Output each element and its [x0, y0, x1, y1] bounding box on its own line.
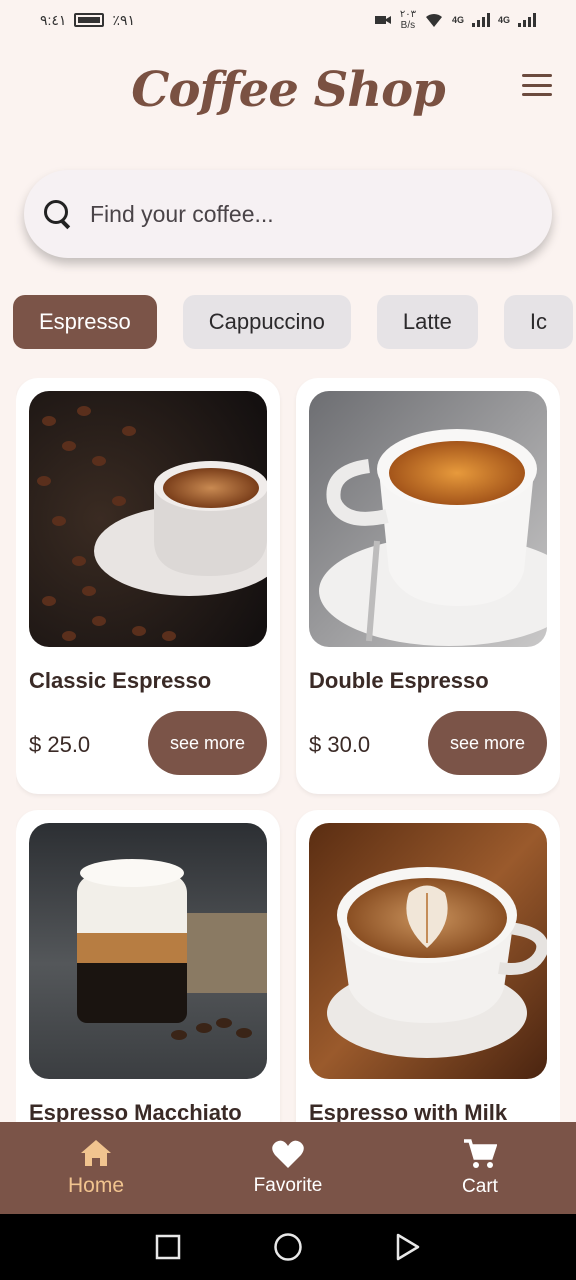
see-more-button[interactable]: see more: [148, 711, 267, 775]
net-speed: ٢٠٣ B/s: [400, 9, 416, 31]
product-card[interactable]: Espresso Macchiato: [16, 810, 280, 1123]
category-tabs: Espresso Cappuccino Latte Ic: [13, 295, 576, 351]
hamburger-menu-icon[interactable]: [522, 74, 552, 96]
product-name: Classic Espresso: [29, 668, 212, 693]
category-chip-espresso[interactable]: Espresso: [13, 295, 157, 349]
camera-notification-icon: [374, 16, 391, 24]
see-more-button[interactable]: see more: [428, 711, 547, 775]
back-icon[interactable]: [395, 1233, 421, 1261]
search-bar[interactable]: [24, 170, 552, 258]
product-image: [309, 823, 547, 1079]
product-name: Double Espresso: [309, 668, 489, 693]
product-price: $ 30.0: [309, 732, 371, 757]
clock: ٩:٤١: [40, 11, 67, 28]
nav-home[interactable]: Home: [0, 1122, 192, 1214]
search-input[interactable]: [90, 200, 510, 228]
app-header: Coffee Shop: [0, 50, 576, 130]
net-speed-unit: B/s: [400, 20, 416, 31]
status-left: ٩:٤١ ٪٩١: [40, 12, 135, 29]
app-title: Coffee Shop: [131, 62, 445, 118]
signal-icon-2: [518, 13, 536, 27]
nav-cart-label: Cart: [462, 1176, 498, 1197]
heart-icon: [272, 1140, 304, 1168]
product-image: [29, 391, 267, 647]
nav-home-label: Home: [67, 1174, 125, 1197]
home-circle-icon[interactable]: [273, 1232, 303, 1262]
wifi-icon: [425, 13, 442, 27]
category-chip-iced[interactable]: Ic: [503, 295, 573, 349]
product-grid: Classic Espresso $ 25.0 see more Double …: [16, 378, 560, 1123]
status-right: ٢٠٣ B/s 4G 4G: [374, 9, 536, 31]
recent-apps-icon[interactable]: [155, 1234, 181, 1260]
product-card[interactable]: Double Espresso $ 30.0 see more: [296, 378, 560, 794]
product-image: [309, 391, 547, 647]
nav-cart[interactable]: Cart: [384, 1122, 576, 1214]
battery-icon: [74, 13, 105, 27]
network-label-2: 4G: [497, 15, 510, 25]
network-label-1: 4G: [451, 15, 464, 25]
net-speed-value: ٢٠٣: [399, 9, 416, 20]
bottom-navigation: Home Favorite Cart: [0, 1122, 576, 1214]
battery-level: ٪٩١: [112, 11, 136, 28]
category-chip-latte[interactable]: Latte: [376, 295, 478, 349]
product-card[interactable]: Espresso with Milk: [296, 810, 560, 1123]
product-card[interactable]: Classic Espresso $ 25.0 see more: [16, 378, 280, 794]
system-navigation-bar: [0, 1214, 576, 1280]
product-name: Espresso Macchiato: [29, 1100, 242, 1123]
home-icon: [81, 1140, 111, 1166]
category-chip-cappuccino[interactable]: Cappuccino: [182, 295, 351, 349]
signal-icon-1: [471, 13, 490, 27]
nav-favorite-label: Favorite: [253, 1175, 323, 1196]
product-image: [29, 823, 267, 1079]
cart-icon: [464, 1139, 497, 1168]
search-icon: [42, 198, 74, 230]
product-name: Espresso with Milk: [309, 1100, 508, 1123]
product-price: $ 25.0: [29, 732, 91, 757]
status-bar: ٩:٤١ ٪٩١ ٢٠٣ B/s 4G 4G: [0, 0, 576, 40]
nav-favorite[interactable]: Favorite: [192, 1122, 384, 1214]
